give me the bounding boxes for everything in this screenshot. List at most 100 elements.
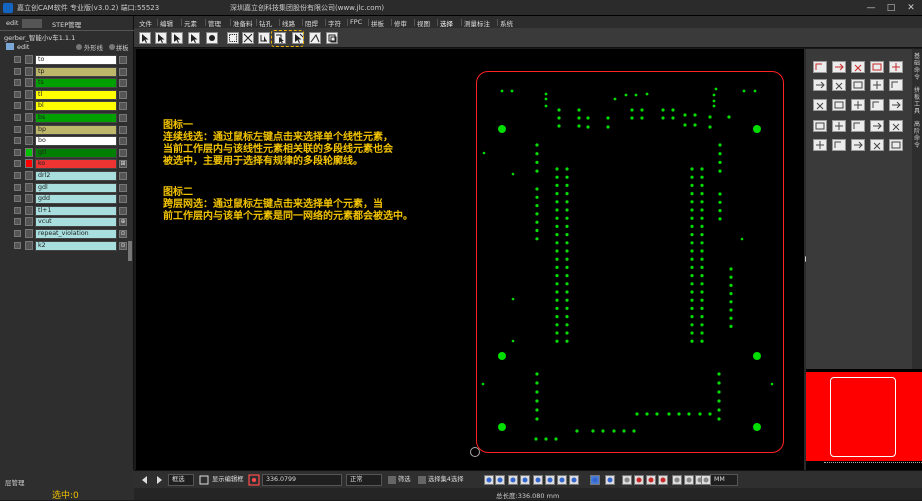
layer-row-gdd[interactable]: gdd xyxy=(0,193,132,205)
layer-visible-checkbox[interactable] xyxy=(14,206,21,214)
target-icon[interactable] xyxy=(248,474,260,486)
area-select-icon[interactable] xyxy=(227,32,239,44)
layer-option-icon[interactable] xyxy=(119,183,127,192)
bottom-tool-17-icon[interactable] xyxy=(700,474,711,486)
layer-color-swatch[interactable] xyxy=(25,101,33,111)
layer-color-swatch[interactable] xyxy=(25,159,33,169)
layer-visible-checkbox[interactable] xyxy=(14,183,21,191)
bottom-tool-5-icon[interactable] xyxy=(544,474,555,486)
tab-edit[interactable]: edit xyxy=(6,19,18,27)
layer-visible-checkbox[interactable] xyxy=(14,230,21,237)
layer-visible-checkbox[interactable] xyxy=(14,56,21,63)
layer-color-swatch[interactable] xyxy=(25,194,33,204)
bottom-tool-11-icon[interactable] xyxy=(633,474,644,486)
layer-option-icon[interactable] xyxy=(119,137,127,146)
tab-step-manager[interactable]: STEP管理 xyxy=(52,19,81,29)
tab-panel-tools[interactable]: 拼板工具 xyxy=(913,87,921,115)
layer-visible-checkbox[interactable] xyxy=(14,137,21,145)
command-button-4-2[interactable] xyxy=(851,139,865,151)
layer-visible-checkbox[interactable] xyxy=(14,195,21,203)
layer-option-icon[interactable] xyxy=(119,148,127,157)
layer-option-icon[interactable]: ⊕ xyxy=(119,218,127,227)
layer-option-icon[interactable] xyxy=(119,56,127,64)
bottom-tool-1-icon[interactable] xyxy=(494,474,505,486)
layer-name[interactable]: bs xyxy=(35,113,117,123)
layer-row-tl[interactable]: tl xyxy=(0,89,132,101)
command-button-4-4[interactable] xyxy=(889,139,903,151)
layer-option-icon[interactable]: ⊙ xyxy=(119,230,127,238)
pcb-canvas[interactable]: 图标一 连续线选：通过鼠标左键点击来选择单个线性元素， 当前工作层内与该线性元素… xyxy=(136,49,804,470)
command-button-0-3[interactable] xyxy=(870,61,884,73)
menu-item-12[interactable]: 视图 xyxy=(417,18,430,28)
minimap-scrollbar[interactable] xyxy=(824,462,922,467)
layer-option-icon[interactable] xyxy=(119,90,127,99)
layer-visible-checkbox[interactable] xyxy=(14,160,21,168)
command-button-1-3[interactable] xyxy=(870,79,884,91)
clear-select-icon[interactable] xyxy=(326,32,338,44)
layer-visible-checkbox[interactable] xyxy=(14,218,21,226)
layer-name[interactable]: bp xyxy=(35,124,117,135)
layer-row-gtl[interactable]: gtl xyxy=(0,147,132,159)
layer-name[interactable]: gtl xyxy=(35,147,117,158)
layer-visible-checkbox[interactable] xyxy=(14,241,21,249)
box-select-icon[interactable] xyxy=(188,32,200,44)
grid-select-icon[interactable] xyxy=(242,32,254,44)
layer-color-swatch[interactable] xyxy=(25,55,33,64)
show-edit-frame-label[interactable]: 显示编辑框 xyxy=(212,474,243,486)
layer-color-swatch[interactable] xyxy=(25,66,33,76)
layer-option-icon[interactable] xyxy=(119,125,127,134)
menu-item-2[interactable]: 元素 xyxy=(184,18,197,28)
command-button-2-0[interactable] xyxy=(813,99,827,111)
menu-item-9[interactable]: FPC xyxy=(350,18,362,26)
layer-color-swatch[interactable] xyxy=(25,89,33,99)
layer-color-swatch[interactable] xyxy=(25,78,33,88)
bottom-tool-7-icon[interactable] xyxy=(568,474,579,486)
select-arrow-icon[interactable] xyxy=(139,32,151,44)
tab-basic-commands[interactable]: 基础命令 xyxy=(913,53,921,81)
command-button-1-4[interactable] xyxy=(889,79,903,91)
menu-item-15[interactable]: 系统 xyxy=(500,18,513,28)
menu-item-4[interactable]: 准备料 xyxy=(233,18,253,28)
layer-name[interactable]: to xyxy=(35,55,117,65)
touch-select-icon[interactable] xyxy=(258,32,270,44)
command-button-0-4[interactable] xyxy=(889,61,903,73)
tab-advanced-commands[interactable]: 高阶命令 xyxy=(913,121,921,149)
layer-row-bp[interactable]: bp xyxy=(0,124,132,136)
invert-select-icon[interactable] xyxy=(309,32,321,44)
layer-option-icon[interactable] xyxy=(119,67,127,76)
command-button-1-1[interactable] xyxy=(832,79,846,91)
bottom-tool-4-icon[interactable] xyxy=(532,474,543,486)
layer-visible-checkbox[interactable] xyxy=(14,79,21,87)
select-set-icon[interactable] xyxy=(416,474,428,486)
menu-item-10[interactable]: 拼板 xyxy=(371,18,384,28)
layer-name[interactable]: ts xyxy=(35,78,117,89)
bottom-tool-0-icon[interactable] xyxy=(483,474,494,486)
command-button-0-1[interactable] xyxy=(832,61,846,73)
edit-frame-icon[interactable] xyxy=(198,474,210,486)
bottom-tool-3-icon[interactable] xyxy=(519,474,530,486)
command-button-4-3[interactable] xyxy=(870,139,884,151)
layer-option-icon[interactable]: ⊙ xyxy=(119,241,127,250)
layer-name[interactable]: gdd xyxy=(35,194,117,205)
tab-toggle-button[interactable] xyxy=(22,19,42,28)
menu-item-3[interactable]: 管理 xyxy=(208,18,221,28)
layer-row-bs[interactable]: bs xyxy=(0,112,132,124)
layer-color-swatch[interactable] xyxy=(25,217,33,227)
layer-option-icon[interactable] xyxy=(119,206,127,215)
layer-color-swatch[interactable] xyxy=(25,113,33,122)
layer-name[interactable]: bl xyxy=(35,101,117,112)
layer-name[interactable]: tl+1 xyxy=(35,205,117,216)
minimap[interactable] xyxy=(806,369,922,470)
layer-name[interactable]: tp xyxy=(35,66,117,77)
layer-row-vcut[interactable]: vcut ⊕ xyxy=(0,216,132,228)
prev-arrow-icon[interactable] xyxy=(139,474,151,486)
layer-color-swatch[interactable] xyxy=(25,229,33,238)
layer-option-icon[interactable] xyxy=(119,79,127,88)
layer-visible-checkbox[interactable] xyxy=(14,67,21,75)
layer-color-swatch[interactable] xyxy=(25,136,33,146)
command-button-0-0[interactable] xyxy=(813,61,827,73)
layer-name[interactable]: repeat_violation xyxy=(35,229,117,239)
net-select-icon[interactable] xyxy=(206,32,218,44)
bottom-tool-13-icon[interactable] xyxy=(657,474,668,486)
layer-row-k2[interactable]: k2 ⊙ xyxy=(0,240,132,252)
